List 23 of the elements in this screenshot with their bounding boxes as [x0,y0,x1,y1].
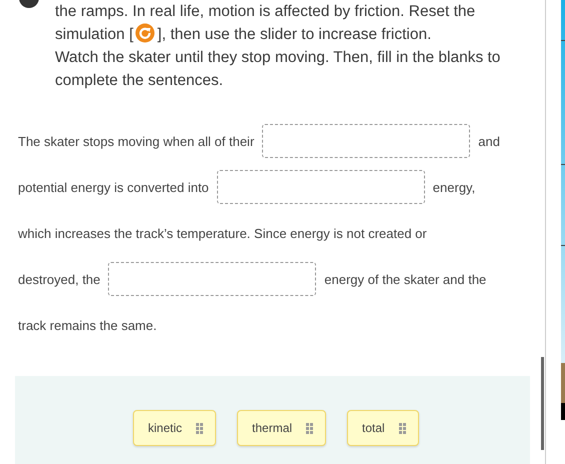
word-chip[interactable]: thermal [237,410,326,446]
drag-handle-icon [306,422,314,434]
sentence-text: and [478,134,500,148]
fill-in-blank[interactable] [216,170,425,204]
fill-in-blank[interactable] [262,124,470,158]
instruction-text: the ramps. In real life, motion is affected by friction. Reset the [55,2,476,22]
sentence-text: energy, [432,180,476,194]
sentence-text: which increases the track’s temperature. Since energy is not created or [18,226,427,240]
drag-handle-icon [398,422,406,434]
reset-icon [135,23,156,43]
sentence-text: energy of the skater and the [324,272,486,286]
word-chip[interactable]: kinetic [133,410,216,446]
scrollbar[interactable] [541,357,544,450]
instruction-text: simulation [ [55,26,134,43]
drag-handle-icon [196,422,204,434]
sentence-text: potential energy is converted into [18,180,209,194]
sentence-text: track remains the same. [18,318,157,332]
fill-in-blank[interactable] [108,262,316,296]
sentence-text: destroyed, the [18,272,100,286]
instruction-text: Watch the skater until they stop moving. Then, fill in the blanks to complete the sentences. [55,48,502,91]
word-chip[interactable]: total [347,410,419,446]
sentence-text: The skater stops moving when all of their [18,134,254,148]
instruction-text: ], then use the slider to increase friction. [157,26,432,43]
